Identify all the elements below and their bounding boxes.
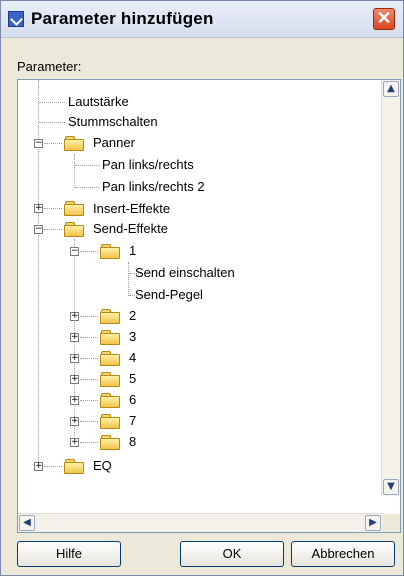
window-title: Parameter hinzufügen	[31, 9, 214, 28]
expand-toggle[interactable]: +	[34, 204, 43, 213]
title-bar[interactable]: Parameter hinzufügen ✕	[1, 1, 403, 38]
ok-button[interactable]: OK	[180, 541, 284, 567]
dialog-window: Parameter hinzufügen ✕ Parameter: Lautst…	[0, 0, 404, 576]
parameter-tree[interactable]: Lautstärke Stummschalten − Panner Pan li…	[17, 79, 401, 533]
expand-toggle[interactable]: +	[70, 396, 79, 405]
folder-icon	[64, 222, 84, 237]
expand-toggle[interactable]: +	[70, 417, 79, 426]
folder-icon	[100, 393, 120, 408]
folder-icon	[100, 435, 120, 450]
expand-toggle[interactable]: +	[70, 354, 79, 363]
help-button[interactable]: Hilfe	[17, 541, 121, 567]
close-button[interactable]: ✕	[373, 8, 395, 30]
folder-icon	[100, 330, 120, 345]
expand-toggle[interactable]: +	[34, 462, 43, 471]
folder-icon	[100, 372, 120, 387]
expand-toggle[interactable]: +	[70, 438, 79, 447]
folder-icon	[100, 351, 120, 366]
collapse-toggle[interactable]: −	[70, 247, 79, 256]
scrollbar-corner	[382, 514, 400, 532]
cancel-button[interactable]: Abbrechen	[291, 541, 395, 567]
collapse-toggle[interactable]: −	[34, 139, 43, 148]
tree-content: Lautstärke Stummschalten − Panner Pan li…	[18, 80, 382, 496]
parameter-label: Parameter:	[17, 59, 82, 74]
app-icon	[8, 11, 24, 27]
tree-line	[128, 262, 129, 296]
scroll-down-button[interactable]: ▼	[383, 479, 399, 495]
vertical-scrollbar[interactable]: ▲ ▼	[381, 80, 400, 496]
expand-toggle[interactable]: +	[70, 312, 79, 321]
folder-icon	[64, 459, 84, 474]
folder-icon	[64, 136, 84, 151]
tree-line	[74, 154, 75, 188]
scroll-right-button[interactable]: ▶	[365, 515, 381, 531]
expand-toggle[interactable]: +	[70, 333, 79, 342]
expand-toggle[interactable]: +	[70, 375, 79, 384]
folder-icon	[100, 309, 120, 324]
folder-icon	[64, 201, 84, 216]
horizontal-scrollbar[interactable]: ◀ ▶	[18, 513, 382, 532]
folder-icon	[100, 414, 120, 429]
scroll-left-button[interactable]: ◀	[19, 515, 35, 531]
folder-icon	[100, 244, 120, 259]
collapse-toggle[interactable]: −	[34, 225, 43, 234]
scroll-up-button[interactable]: ▲	[383, 81, 399, 97]
